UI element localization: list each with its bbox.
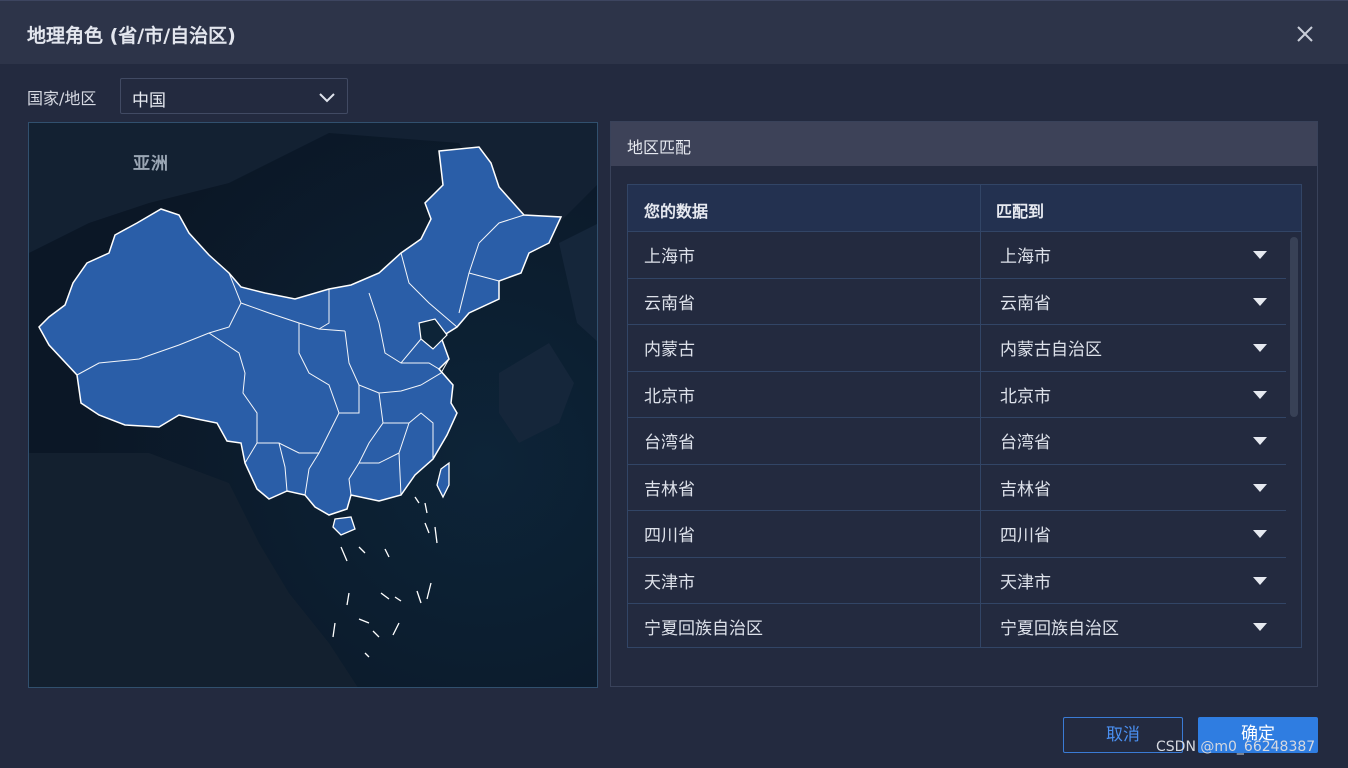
caret-down-icon [1253,251,1267,259]
caret-down-icon [1253,344,1267,352]
caret-down-icon [1253,390,1267,399]
match-select-value: 天津市 [1000,572,1051,593]
your-data-cell: 上海市 [644,247,695,267]
column-header-your-data: 您的数据 [644,202,709,221]
match-select[interactable]: 上海市 [981,232,1286,278]
match-select-value: 云南省 [1000,293,1051,314]
match-select-value: 吉林省 [1000,479,1051,500]
your-data-cell: 宁夏回族自治区 [644,619,763,639]
caret-down-icon [1253,623,1267,631]
geo-role-dialog: 地理角色 (省/市/自治区) 国家/地区 中国 亚洲 地区匹配 您的数据 匹配到… [0,0,1348,768]
your-data-cell: 北京市 [644,386,695,407]
region-match-panel: 地区匹配 您的数据 匹配到 上海市 上海市 云南省 云南省 内蒙古 内蒙古自治区 北京市 北京… [610,121,1318,687]
match-select-value: 宁夏回族自治区 [1000,619,1119,639]
country-select[interactable]: 中国 [120,78,348,114]
your-data-cell: 云南省 [644,293,695,314]
your-data-cell: 吉林省 [644,479,695,500]
match-select-value: 台湾省 [1000,433,1051,453]
match-select[interactable]: 宁夏回族自治区 [981,604,1286,647]
table-row: 吉林省 吉林省 [628,464,1286,511]
column-divider [980,185,981,231]
match-select[interactable]: 吉林省 [981,465,1286,511]
match-select[interactable]: 四川省 [981,511,1286,557]
panel-header: 地区匹配 [611,122,1317,166]
caret-down-icon [1253,576,1267,585]
match-select[interactable]: 北京市 [981,372,1286,418]
table-body: 上海市 上海市 云南省 云南省 内蒙古 内蒙古自治区 北京市 北京市 台湾省 台湾省 吉林省 吉林省四… [628,232,1301,647]
table-row: 四川省 四川省 [628,511,1286,558]
table-row: 云南省 云南省 [628,278,1286,325]
country-label: 国家/地区 [27,89,97,108]
country-select-value: 中国 [132,91,166,111]
match-select[interactable]: 台湾省 [981,418,1286,464]
match-select[interactable]: 内蒙古自治区 [981,325,1286,371]
table-row: 上海市 上海市 [628,232,1286,279]
table-row: 台湾省 台湾省 [628,418,1286,465]
dialog-header: 地理角色 (省/市/自治区) [0,0,1348,64]
caret-down-icon [1253,530,1267,538]
table-row: 天津市 天津市 [628,557,1286,604]
watermark: CSDN @m0_66248387 [1156,739,1316,755]
chevron-down-icon [317,87,337,107]
match-select[interactable]: 天津市 [981,558,1286,604]
table-row: 宁夏回族自治区 宁夏回族自治区 [628,604,1286,647]
close-icon[interactable] [1292,21,1318,47]
match-select-value: 内蒙古自治区 [1000,340,1102,360]
map-canvas [29,123,597,687]
caret-down-icon [1253,297,1267,306]
your-data-cell: 台湾省 [644,433,695,453]
panel-title: 地区匹配 [627,138,692,157]
table-row: 北京市 北京市 [628,371,1286,418]
match-select-value: 上海市 [1000,247,1051,267]
your-data-cell: 天津市 [644,572,695,593]
table-header: 您的数据 匹配到 [628,185,1301,232]
column-header-match-to: 匹配到 [996,202,1045,221]
your-data-cell: 四川省 [644,526,695,546]
caret-down-icon [1253,483,1267,492]
match-select-value: 四川省 [1000,526,1051,546]
scrollbar-thumb[interactable] [1290,237,1298,417]
continent-label: 亚洲 [133,154,169,174]
your-data-cell: 内蒙古 [644,340,695,360]
match-select[interactable]: 云南省 [981,279,1286,325]
china-map[interactable]: 亚洲 [28,122,598,688]
match-select-value: 北京市 [1000,386,1051,407]
table-row: 内蒙古 内蒙古自治区 [628,325,1286,372]
match-table: 您的数据 匹配到 上海市 上海市 云南省 云南省 内蒙古 内蒙古自治区 北京市 北京市 台湾省台… [627,184,1302,648]
dialog-title: 地理角色 (省/市/自治区) [27,25,236,47]
caret-down-icon [1253,437,1267,445]
